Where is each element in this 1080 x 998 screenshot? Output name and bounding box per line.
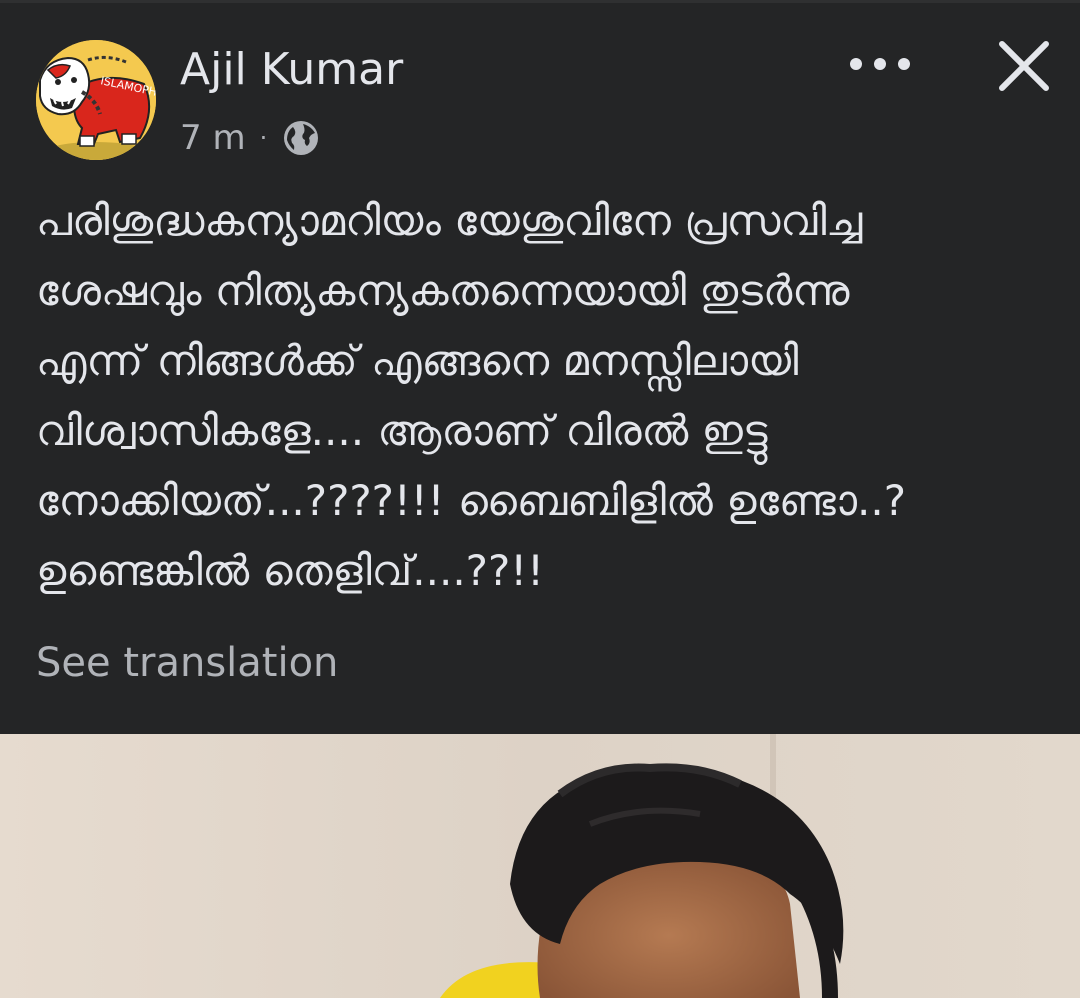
post-body-line: പരിശുദ്ധകന്യാമറിയം യേശുവിനേ പ്രസവിച്ച (36, 196, 863, 245)
post-time[interactable]: 7 m (180, 118, 246, 158)
meta-separator: · (259, 124, 268, 152)
author-avatar[interactable]: ISLAMOPHO (36, 40, 156, 160)
post-body-line: ശേഷവും നിത്യകന്യകതന്നെയായി തുടർന്നു (36, 266, 850, 315)
author-name[interactable]: Ajil Kumar (180, 42, 403, 98)
post-body-line: എന്ന് നിങ്ങൾക്ക് എങ്ങനെ മനസ്സിലായി (36, 336, 799, 385)
post-photo[interactable] (0, 734, 1080, 998)
top-divider (0, 0, 1080, 3)
post-body-line: വിശ്വാസികളേ.... ആരാണ് വിരൽ ഇട്ടു (36, 406, 768, 455)
see-translation-link[interactable]: See translation (36, 636, 338, 690)
photo-image (0, 734, 1080, 998)
post-meta: 7 m · (180, 114, 321, 162)
post-body: പരിശുദ്ധകന്യാമറിയം യേശുവിനേ പ്രസവിച്ച ശേ… (36, 186, 1046, 606)
post-body-line: ഉണ്ടെങ്കിൽ തെളിവ്....??!! (36, 546, 544, 595)
avatar-image: ISLAMOPHO (36, 40, 156, 160)
post-card: ISLAMOPHO Ajil Kumar 7 m · പരിശുദ്ധകന്യാ… (0, 0, 1080, 998)
more-options-icon[interactable] (840, 42, 920, 86)
close-icon[interactable] (988, 30, 1060, 102)
globe-icon (284, 121, 319, 155)
post-body-line: നോക്കിയത്...????!!! ബൈബിളിൽ ഉണ്ടോ..? (36, 476, 907, 525)
